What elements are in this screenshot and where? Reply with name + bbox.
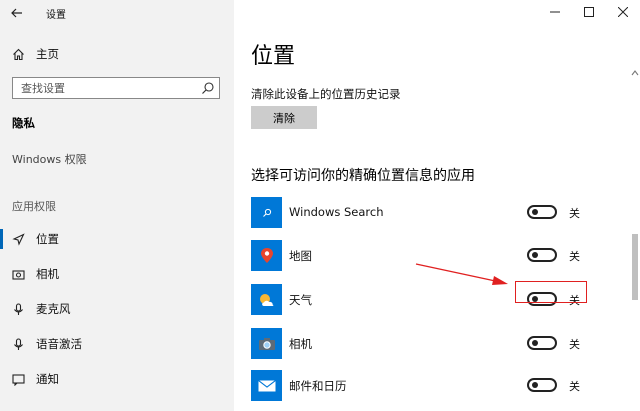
minimize-button[interactable] <box>538 0 572 24</box>
app-row-mail-calendar: 邮件和日历 关 <box>251 370 611 402</box>
sidebar-item-notification[interactable]: 通知 <box>0 364 234 394</box>
toggle-knob <box>532 209 538 215</box>
notification-icon <box>10 371 26 387</box>
toggle-state-label: 关 <box>569 338 580 351</box>
scroll-thumb[interactable] <box>632 234 638 300</box>
sidebar-item-camera[interactable]: 相机 <box>0 259 234 289</box>
title-bar: 设置 <box>0 0 234 26</box>
app-row-windows-search: Windows Search 关 <box>251 197 611 229</box>
back-arrow-icon <box>11 8 22 18</box>
sidebar-item-home[interactable]: 主页 <box>0 39 234 69</box>
location-toggle[interactable] <box>527 248 557 262</box>
sidebar-item-label: 位置 <box>36 232 59 246</box>
sidebar: 设置 主页 隐私 Windows 权限 应用权限 <box>0 0 234 411</box>
toggle-knob <box>532 382 538 388</box>
apps-heading: 选择可访问你的精确位置信息的应用 <box>251 168 475 184</box>
location-history-label: 清除此设备上的位置历史记录 <box>251 87 401 101</box>
clear-history-button[interactable]: 清除 <box>251 106 317 129</box>
sidebar-item-voice-activation[interactable]: 语音激活 <box>0 329 234 359</box>
search-app-icon <box>251 197 282 228</box>
search-icon[interactable] <box>201 81 215 95</box>
close-icon <box>618 7 628 17</box>
sidebar-item-microphone[interactable]: 麦克风 <box>0 294 234 324</box>
toggle-knob <box>532 340 538 346</box>
active-indicator <box>0 229 3 249</box>
toggle-state-label: 关 <box>569 380 580 393</box>
sidebar-item-label: 麦克风 <box>36 302 71 316</box>
maps-app-icon <box>251 240 282 271</box>
sidebar-item-location[interactable]: 位置 <box>0 224 234 254</box>
location-toggle[interactable] <box>527 205 557 219</box>
window-controls <box>538 0 640 26</box>
windows-permissions-link[interactable]: Windows 权限 <box>12 151 87 167</box>
toggle-knob <box>532 252 538 258</box>
page-title: 位置 <box>251 44 296 69</box>
minimize-icon <box>550 11 560 13</box>
settings-window: 设置 主页 隐私 Windows 权限 应用权限 <box>0 0 640 411</box>
app-name: 地图 <box>289 249 312 263</box>
close-button[interactable] <box>606 0 640 24</box>
search-box <box>12 77 220 99</box>
home-icon <box>10 46 26 62</box>
location-icon <box>10 231 26 247</box>
annotation-highlight-box <box>515 281 587 303</box>
maximize-icon <box>584 7 594 17</box>
location-toggle[interactable] <box>527 336 557 350</box>
sidebar-item-label: 主页 <box>36 47 59 61</box>
sidebar-item-label: 相机 <box>36 267 59 281</box>
toggle-state-label: 关 <box>569 207 580 220</box>
camera-app-icon <box>251 328 282 359</box>
sidebar-item-label: 通知 <box>36 372 59 386</box>
app-name: Windows Search <box>289 205 384 219</box>
app-permissions-label: 应用权限 <box>12 200 56 213</box>
camera-icon <box>10 266 26 282</box>
maximize-button[interactable] <box>572 0 606 24</box>
app-row-camera: 相机 关 <box>251 328 611 360</box>
annotation-arrow <box>415 263 508 285</box>
sidebar-item-label: 语音激活 <box>36 337 82 351</box>
app-name: 相机 <box>289 337 312 351</box>
scrollbar[interactable] <box>630 28 640 411</box>
weather-app-icon <box>251 284 282 315</box>
microphone-icon <box>10 301 26 317</box>
location-toggle[interactable] <box>527 378 557 392</box>
main-content: 位置 清除此设备上的位置历史记录 清除 选择可访问你的精确位置信息的应用 Win… <box>234 0 640 411</box>
mail-app-icon <box>251 370 282 401</box>
back-button[interactable] <box>6 3 28 23</box>
scroll-up-icon[interactable] <box>630 68 640 78</box>
window-title: 设置 <box>46 10 66 21</box>
app-name: 天气 <box>289 293 312 307</box>
voice-activation-icon <box>10 336 26 352</box>
search-input[interactable] <box>13 78 201 98</box>
app-name: 邮件和日历 <box>289 379 347 393</box>
section-heading: 隐私 <box>12 116 35 130</box>
toggle-state-label: 关 <box>569 250 580 263</box>
